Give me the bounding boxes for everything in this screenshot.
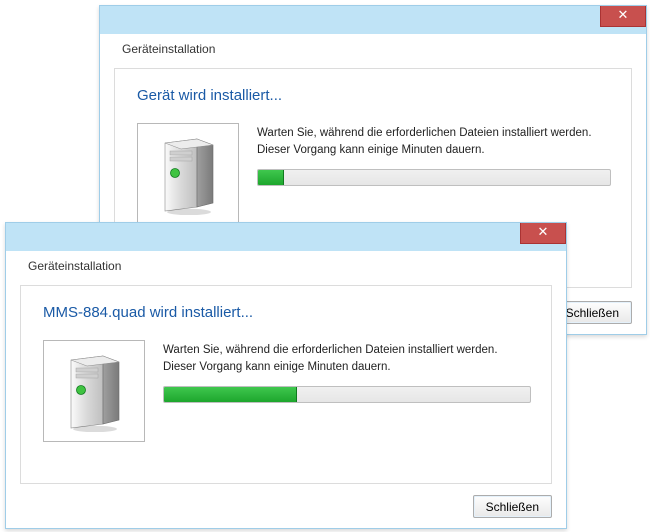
install-body-text: Warten Sie, während die erforderlichen D… — [257, 125, 611, 158]
progress-bar — [163, 386, 531, 403]
titlebar: ✕ — [6, 223, 566, 251]
progress-bar — [257, 169, 611, 186]
progress-fill — [258, 170, 284, 185]
dialog-footer: Schließen — [473, 495, 552, 518]
close-button[interactable]: ✕ — [600, 6, 646, 27]
install-heading: Gerät wird installiert... — [137, 87, 282, 104]
install-body-text: Warten Sie, während die erforderlichen D… — [163, 342, 531, 375]
progress-fill — [164, 387, 297, 402]
close-button[interactable]: ✕ — [520, 223, 566, 244]
close-icon: ✕ — [618, 7, 629, 22]
close-icon: ✕ — [538, 224, 549, 239]
device-tower-icon — [157, 133, 219, 215]
window-title: Geräteinstallation — [28, 259, 121, 273]
window-title: Geräteinstallation — [122, 42, 215, 56]
install-dialog-front: ✕ Geräteinstallation MMS-884.quad wird i… — [5, 222, 567, 529]
device-icon-frame — [137, 123, 239, 225]
install-heading: MMS-884.quad wird installiert... — [43, 304, 253, 321]
device-tower-icon — [63, 350, 125, 432]
titlebar: ✕ — [100, 6, 646, 34]
content-panel: MMS-884.quad wird installiert... — [20, 285, 552, 484]
device-icon-frame — [43, 340, 145, 442]
close-dialog-button[interactable]: Schließen — [473, 495, 552, 518]
